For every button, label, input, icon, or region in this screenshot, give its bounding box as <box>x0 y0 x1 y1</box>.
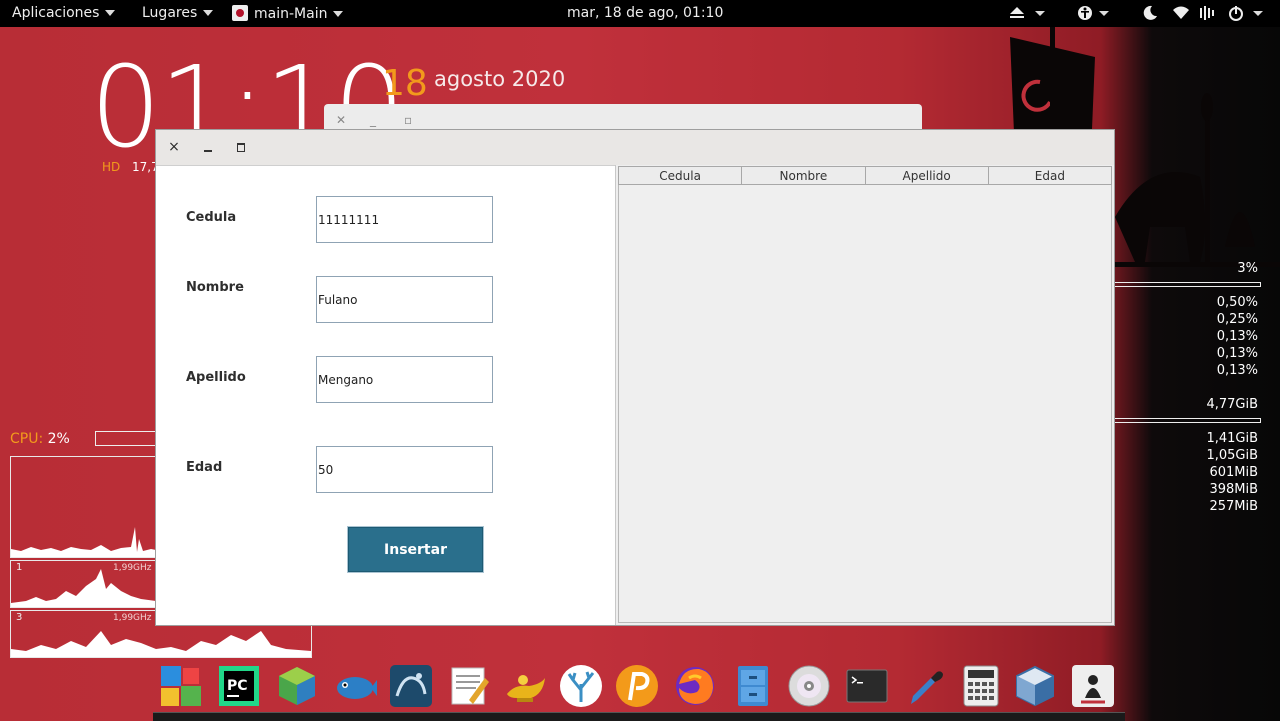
places-menu[interactable]: Lugares <box>142 5 214 22</box>
apellido-field[interactable] <box>316 356 493 403</box>
mem-proc-stat: 601MiB <box>1209 465 1258 480</box>
calculator-icon[interactable] <box>959 664 1003 708</box>
cpu-proc-stat: 0,13% <box>1216 346 1258 361</box>
insert-button[interactable]: Insertar <box>347 526 484 573</box>
graph2-core: 3 <box>16 612 23 623</box>
person-form: Cedula Nombre Apellido Edad Insertar <box>156 166 615 625</box>
mysql-workbench-icon[interactable] <box>389 664 433 708</box>
virtualbox-icon[interactable] <box>1013 664 1057 708</box>
coral-icon[interactable] <box>559 664 603 708</box>
minimize-icon[interactable]: _ <box>370 113 376 127</box>
close-icon[interactable]: × <box>166 139 182 155</box>
graph1-freq: 1,99GHz <box>113 563 152 573</box>
cedula-label: Cedula <box>186 210 237 225</box>
svg-text:PC: PC <box>227 678 248 694</box>
file-cabinet-icon[interactable] <box>731 664 775 708</box>
column-header-cedula[interactable]: Cedula <box>618 166 742 185</box>
cpu-proc-stat: 0,25% <box>1216 312 1258 327</box>
mem-proc-stat: 1,41GiB <box>1206 431 1258 446</box>
shapes-icon[interactable] <box>159 664 203 708</box>
edad-field[interactable] <box>316 446 493 493</box>
close-icon[interactable]: ✕ <box>336 113 346 127</box>
terminal-icon[interactable] <box>845 664 889 708</box>
apellido-label: Apellido <box>186 370 246 385</box>
chevron-down-icon <box>203 10 214 16</box>
nombre-field[interactable] <box>316 276 493 323</box>
mem-proc-stat: 257MiB <box>1209 499 1258 514</box>
chevron-down-icon <box>105 10 116 16</box>
main-window: × Cedula Nombre Apellido Edad Insertar C… <box>155 129 1115 626</box>
cpu-graph-total <box>10 456 157 558</box>
clock-menu[interactable]: mar, 18 de ago, 01:10 <box>567 5 723 22</box>
column-header-apellido[interactable]: Apellido <box>864 166 988 185</box>
cpu-total-stat: 3% <box>1237 261 1258 276</box>
cpu-value: 2% <box>47 431 70 447</box>
top-panel: Aplicaciones Lugares main-Main mar, 18 d… <box>0 0 1280 27</box>
disc-icon[interactable] <box>787 664 831 708</box>
mem-bar-line <box>1115 418 1261 423</box>
genie-lamp-icon[interactable] <box>503 664 547 708</box>
cpu-label-text: CPU: <box>10 431 44 447</box>
mem-proc-stat: 398MiB <box>1209 482 1258 497</box>
firefox-icon[interactable] <box>673 664 717 708</box>
wifi-icon[interactable] <box>1172 5 1190 22</box>
dock: PC <box>155 656 1123 720</box>
app-menu[interactable]: main-Main <box>232 5 344 23</box>
nombre-label: Nombre <box>186 280 244 295</box>
fish-icon[interactable] <box>333 664 377 708</box>
maximize-icon[interactable]: ▫ <box>404 113 412 127</box>
places-label: Lugares <box>142 5 198 21</box>
graph2-freq: 1,99GHz <box>113 613 152 623</box>
cpu-usage-bar <box>95 431 157 446</box>
cedula-field[interactable] <box>316 196 493 243</box>
text-editor-icon[interactable] <box>447 664 491 708</box>
column-header-edad[interactable]: Edad <box>987 166 1112 185</box>
night-mode-icon[interactable] <box>1142 5 1158 22</box>
p-app-icon[interactable] <box>615 664 659 708</box>
java-icon[interactable] <box>1071 664 1115 708</box>
cpu-proc-stat: 0,13% <box>1216 363 1258 378</box>
people-table-pane: Cedula Nombre Apellido Edad <box>615 165 1114 625</box>
app-menu-label: main-Main <box>254 6 328 22</box>
mem-proc-stat: 1,05GiB <box>1206 448 1258 463</box>
graph1-core: 1 <box>16 562 23 573</box>
cpu-proc-stat: 0,13% <box>1216 329 1258 344</box>
window-titlebar[interactable]: × <box>156 130 1114 166</box>
cube-icon[interactable] <box>275 664 319 708</box>
app-icon <box>232 5 248 21</box>
cpu-bar-line <box>1115 282 1261 287</box>
column-header-nombre[interactable]: Nombre <box>741 166 865 185</box>
desktop-day: 18 <box>382 63 428 104</box>
accessibility-icon[interactable] <box>1077 5 1115 22</box>
edad-label: Edad <box>186 460 223 475</box>
applications-menu[interactable]: Aplicaciones <box>12 5 116 22</box>
applications-label: Aplicaciones <box>12 5 100 21</box>
table-header: Cedula Nombre Apellido Edad <box>618 166 1112 185</box>
volume-icon[interactable] <box>1199 5 1217 22</box>
cpu-label: CPU: 2% <box>10 431 70 447</box>
maximize-icon[interactable] <box>234 139 250 155</box>
desktop-month-year: agosto 2020 <box>434 67 566 91</box>
power-icon[interactable] <box>1228 5 1268 22</box>
hd-label: HD <box>102 160 121 174</box>
mem-total-stat: 4,77GiB <box>1206 397 1258 412</box>
cpu-proc-stat: 0,50% <box>1216 295 1258 310</box>
minimize-icon[interactable] <box>200 139 216 155</box>
chevron-down-icon <box>333 11 344 17</box>
color-picker-icon[interactable] <box>903 664 947 708</box>
eject-icon[interactable] <box>1008 6 1048 23</box>
table-body[interactable] <box>618 185 1112 623</box>
pycharm-icon[interactable]: PC <box>217 664 261 708</box>
